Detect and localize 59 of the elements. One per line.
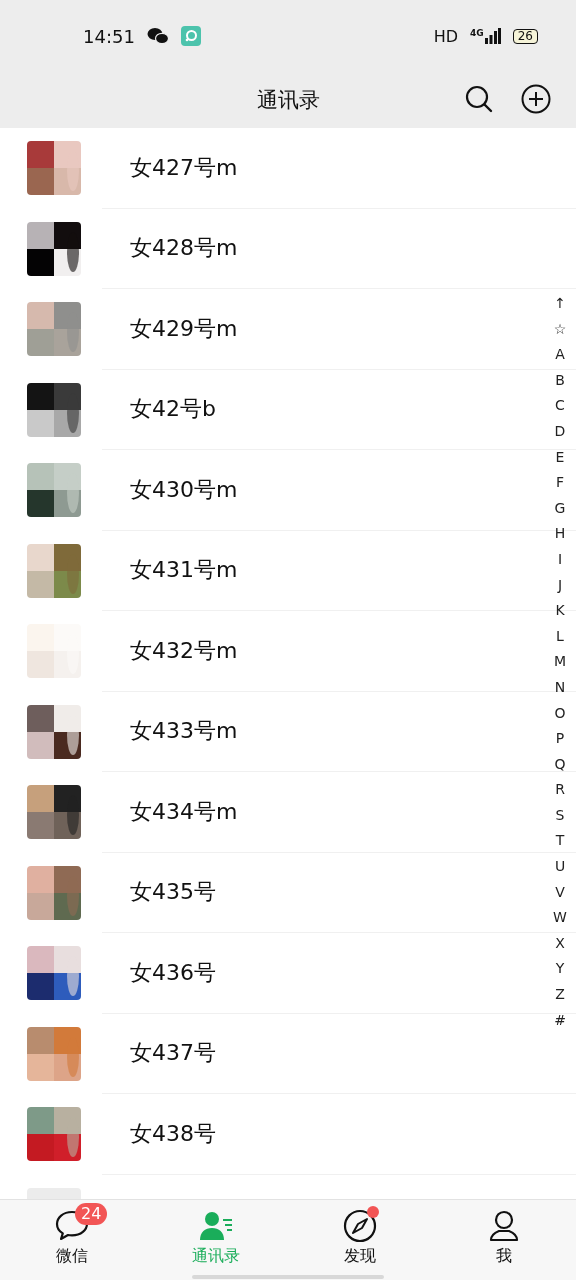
index-letter[interactable]: D [554,418,566,445]
index-letter[interactable]: Z [555,982,565,1008]
index-letter[interactable]: H [554,521,566,547]
person-list-icon [199,1209,233,1243]
contact-name[interactable]: 女434号m [130,796,238,827]
unread-badge: 24 [75,1203,108,1225]
index-letter[interactable]: V [555,879,565,906]
contact-name[interactable]: 女432号m [130,635,238,666]
clock-time: 14:51 [83,25,135,47]
person-outline-icon [487,1209,521,1243]
index-letter[interactable]: Q [554,751,566,778]
chat-bubbles-icon [146,27,169,45]
index-letter[interactable]: W [553,905,567,931]
index-letter[interactable]: N [554,674,566,701]
tab-item[interactable]: 24 微信 [0,1200,144,1280]
add-icon[interactable] [521,84,551,114]
app-icon [180,26,201,46]
contact-name[interactable]: 女429号m [130,313,238,344]
index-letter[interactable]: T [555,828,565,855]
contact-name[interactable]: 女435号 [130,877,216,908]
index-letter[interactable]: E [555,444,565,471]
contact-name[interactable]: 女436号 [130,957,216,988]
index-letter[interactable]: ↑ [554,291,566,317]
index-letter[interactable]: J [557,572,563,599]
index-letter[interactable]: ☆ [553,316,567,343]
signal-icon [484,28,501,44]
contact-name[interactable]: 女427号m [130,152,238,183]
index-letter[interactable]: O [554,700,566,727]
index-letter[interactable]: R [555,777,565,803]
index-letter[interactable]: I [557,546,563,573]
contact-name[interactable]: 女42号b [130,394,216,425]
battery-level: 26 [512,28,538,44]
hd-label: HD [433,26,459,46]
index-letter[interactable]: X [555,930,565,957]
contact-name[interactable]: 女437号 [130,1038,216,1069]
index-letter[interactable]: P [555,726,565,752]
index-letter[interactable]: # [554,1007,566,1034]
tab-item[interactable]: 发现 [288,1200,432,1280]
index-letter[interactable]: K [555,598,565,624]
index-letter[interactable]: C [555,393,565,419]
contact-name[interactable]: 女428号m [130,233,238,264]
contact-name[interactable]: 女433号m [130,716,238,747]
tab-item[interactable]: 我 [432,1200,576,1280]
index-letter[interactable]: Y [555,956,565,983]
contact-name[interactable]: 女431号m [130,555,238,586]
contact-name[interactable]: 女438号 [130,1118,216,1149]
index-letter[interactable]: B [555,367,565,394]
index-letter[interactable]: A [555,342,565,368]
page-title: 通讯录 [256,87,320,114]
compass-icon [343,1209,377,1243]
index-letter[interactable]: G [554,495,566,522]
search-icon[interactable] [465,85,493,113]
network-label: 4G [470,28,484,38]
index-letter[interactable]: F [555,470,565,496]
index-letter[interactable]: L [556,623,564,650]
index-letter[interactable]: U [554,854,566,880]
index-letter[interactable]: M [553,649,567,675]
index-letter[interactable]: S [555,802,565,829]
contact-name[interactable]: 女430号m [130,474,238,505]
